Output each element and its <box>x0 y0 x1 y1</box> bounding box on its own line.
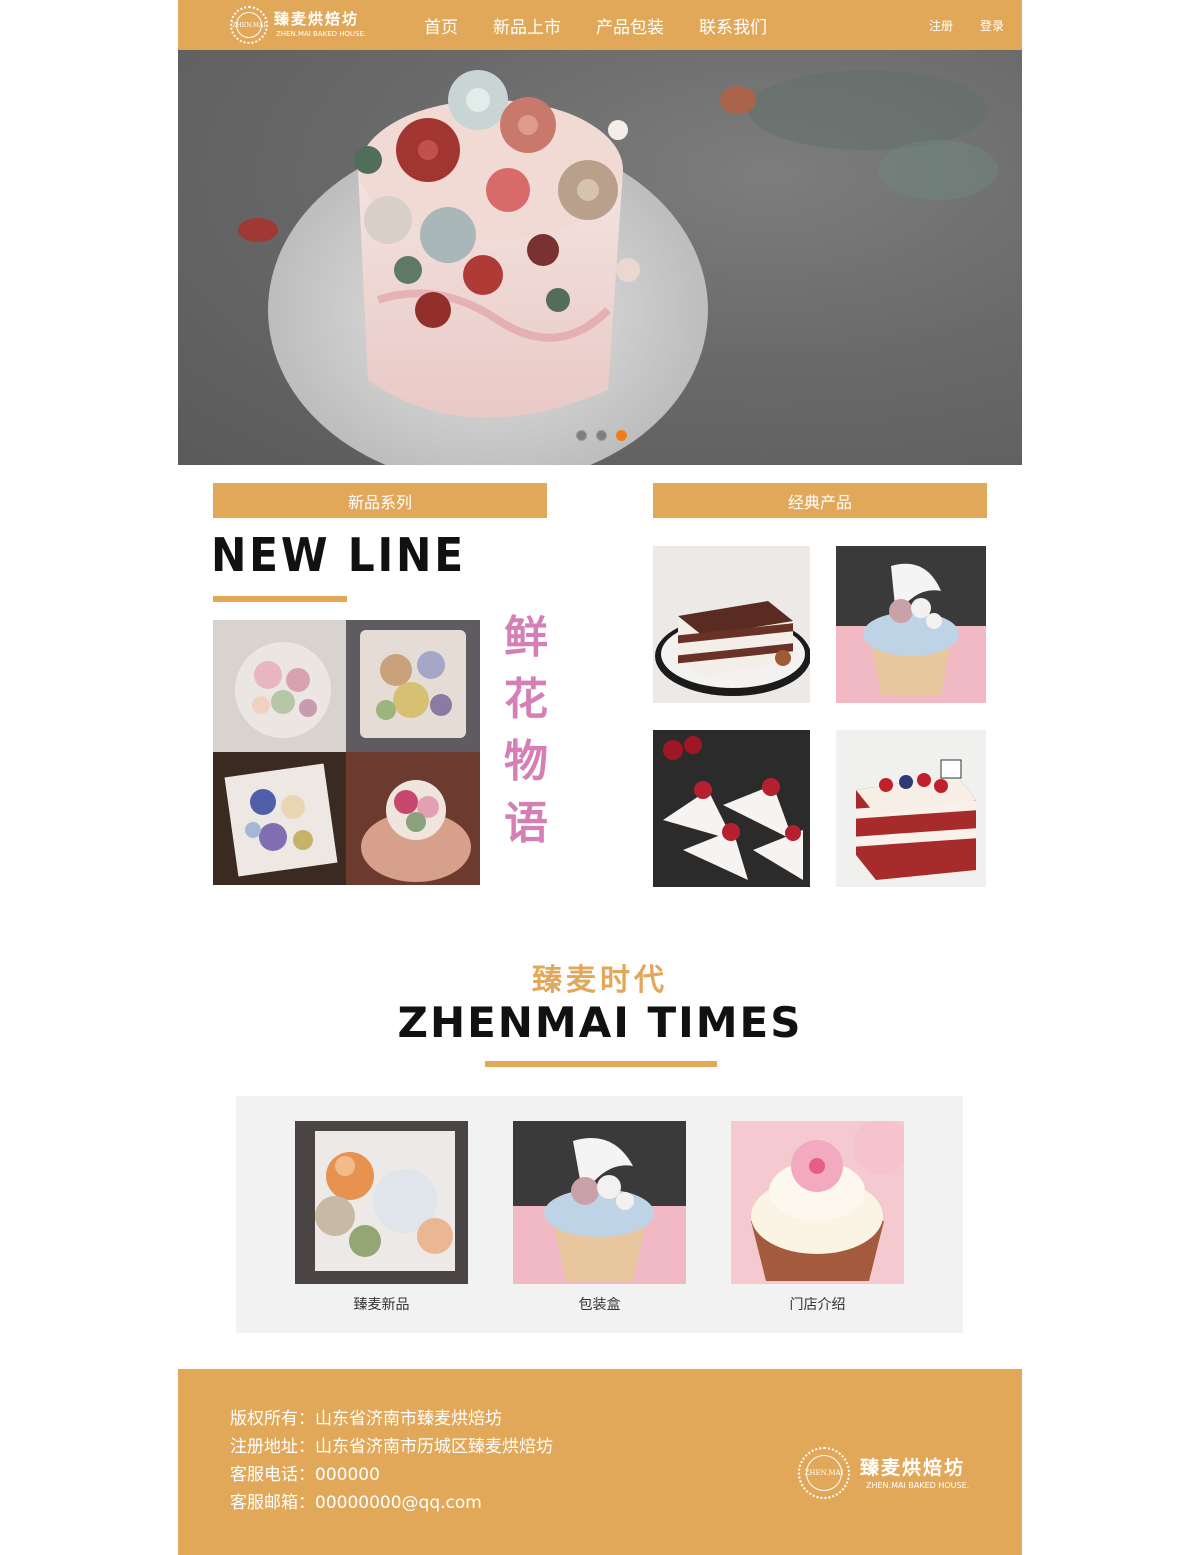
times-card-new[interactable]: 臻麦新品 <box>295 1121 468 1314</box>
product-tiramisu-image[interactable] <box>653 546 810 703</box>
page: ZHEN.MAI 臻麦烘焙坊 ZHEN.MAI BAKED HOUSE. 首页 … <box>178 0 1022 1555</box>
carousel-dot-1[interactable] <box>576 430 587 441</box>
register-link[interactable]: 注册 <box>929 17 953 34</box>
logo-subtext: ZHEN.MAI BAKED HOUSE. <box>276 30 367 38</box>
footer-logo: ZHEN.MAI 臻麦烘焙坊 ZHEN.MAI BAKED HOUSE. <box>798 1447 988 1501</box>
logo-badge-icon: ZHEN.MAI <box>230 6 268 44</box>
footer-logo-badge-text: ZHEN.MAI <box>805 1455 843 1491</box>
footer-logo-subtext: ZHEN.MAI BAKED HOUSE. <box>866 1481 970 1490</box>
times-cards-panel: 臻麦新品 包装盒 门店介绍 <box>236 1096 963 1333</box>
product-cupcake-image[interactable] <box>836 546 986 703</box>
banner-cake-image <box>238 70 998 465</box>
carousel-dot-2[interactable] <box>596 430 607 441</box>
vertical-char-2: 花 <box>504 674 548 725</box>
footer-copyright: 版权所有：山东省济南市臻麦烘焙坊 <box>230 1409 502 1429</box>
main-nav: 首页 新品上市 产品包装 联系我们 <box>424 0 767 50</box>
carousel-dot-3[interactable] <box>616 430 627 441</box>
vertical-char-1: 鲜 <box>504 612 548 663</box>
logo-text: 臻麦烘焙坊 <box>274 10 360 28</box>
collage-tile-4 <box>346 752 480 885</box>
carousel-dots <box>576 430 627 441</box>
times-card-packaging[interactable]: 包装盒 <box>513 1121 686 1314</box>
nav-item-contact[interactable]: 联系我们 <box>699 13 767 38</box>
footer-logo-text: 臻麦烘焙坊 <box>860 1457 966 1479</box>
footer-email: 客服邮箱：00000000@qq.com <box>230 1493 482 1513</box>
classic-products-label: 经典产品 <box>787 492 852 512</box>
new-line-title: NEW LINE <box>211 528 466 582</box>
logo-badge-text: ZHEN.MAI <box>232 12 266 38</box>
new-line-collage[interactable] <box>213 620 480 885</box>
footer-logo-badge-icon: ZHEN.MAI <box>798 1447 850 1499</box>
times-card-new-label: 臻麦新品 <box>353 1297 410 1313</box>
login-link[interactable]: 登录 <box>980 17 1004 34</box>
footer-address: 注册地址：山东省济南市历城区臻麦烘焙坊 <box>230 1437 553 1457</box>
times-card-packaging-image <box>513 1121 686 1284</box>
footer: 版权所有：山东省济南市臻麦烘焙坊 注册地址：山东省济南市历城区臻麦烘焙坊 客服电… <box>178 1369 1022 1555</box>
collage-tile-1 <box>213 620 346 752</box>
times-card-store[interactable]: 门店介绍 <box>731 1121 904 1314</box>
product-cherry-cake-image[interactable] <box>653 730 810 887</box>
auth-links: 注册 登录 <box>929 0 1004 50</box>
new-line-underline <box>213 596 347 602</box>
vertical-char-4: 语 <box>504 798 548 849</box>
collage-tile-2 <box>346 620 480 752</box>
logo[interactable]: ZHEN.MAI 臻麦烘焙坊 ZHEN.MAI BAKED HOUSE. <box>230 6 367 44</box>
times-title-en: ZHENMAI TIMES <box>397 998 803 1047</box>
vertical-char-3: 物 <box>504 736 548 787</box>
footer-phone: 客服电话：000000 <box>230 1465 380 1485</box>
classic-products-bar: 经典产品 <box>653 483 987 518</box>
nav-item-packaging[interactable]: 产品包装 <box>596 13 664 38</box>
nav-item-new-products[interactable]: 新品上市 <box>493 13 561 38</box>
footer-info: 版权所有：山东省济南市臻麦烘焙坊 注册地址：山东省济南市历城区臻麦烘焙坊 客服电… <box>230 1405 553 1517</box>
product-red-velvet-image[interactable] <box>836 730 986 887</box>
times-card-new-image <box>295 1121 468 1284</box>
new-series-label: 新品系列 <box>347 492 412 512</box>
hero-banner[interactable] <box>178 50 1022 465</box>
times-underline <box>485 1061 717 1067</box>
times-card-store-image <box>731 1121 904 1284</box>
new-series-bar: 新品系列 <box>213 483 547 518</box>
header: ZHEN.MAI 臻麦烘焙坊 ZHEN.MAI BAKED HOUSE. 首页 … <box>178 0 1022 50</box>
times-title-cn: 臻麦时代 <box>532 963 668 998</box>
flower-story-vertical-text: 鲜 花 物 语 <box>498 612 554 850</box>
collage-tile-3 <box>213 752 346 885</box>
nav-item-home[interactable]: 首页 <box>424 13 458 38</box>
times-card-packaging-label: 包装盒 <box>578 1297 621 1313</box>
times-card-store-label: 门店介绍 <box>789 1297 846 1313</box>
